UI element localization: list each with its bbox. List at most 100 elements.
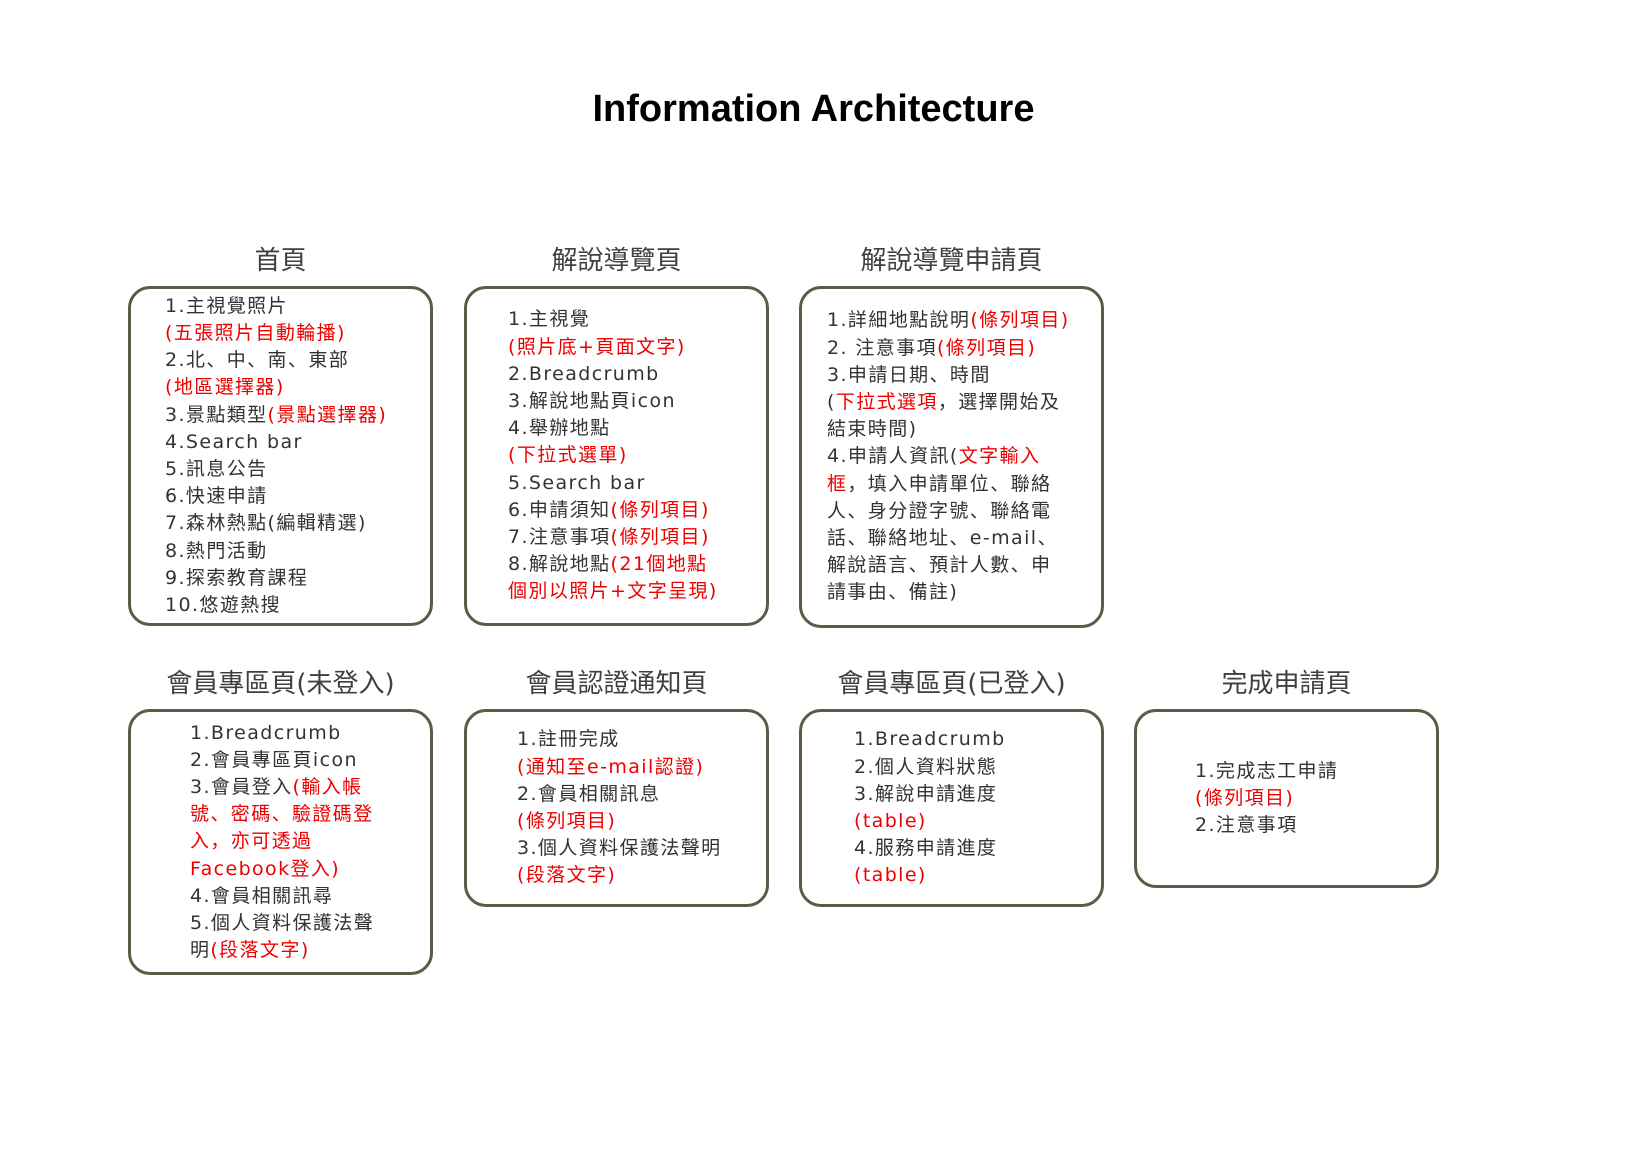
list-item: (下拉式選單) [508, 442, 718, 469]
list-item: 1.Breadcrumb [854, 726, 1006, 753]
item-text: 4.舉辦地點 [508, 417, 611, 440]
item-text: 2.會員專區頁icon [190, 748, 358, 771]
list-item: 5.Search bar [508, 470, 718, 497]
annotation-text: 入，亦可透過 [190, 830, 313, 853]
diagram-title: Information Architecture [592, 88, 1035, 130]
card-box: 1.Breadcrumb 2.個人資料狀態 3.解說申請進度 (table) 4.服務申… [799, 709, 1104, 907]
list-item: (table) [854, 862, 1006, 889]
item-text: 5.個人資料保護法聲 [190, 912, 375, 934]
annotation-text: (條列項目) [517, 810, 617, 832]
list-item: 10.悠遊熱搜 [165, 592, 387, 619]
card-box: 1.主視覺 (照片底+頁面文字) 2.Breadcrumb 3.解說地點頁icon 4.… [464, 286, 769, 626]
list-item: 2.北、中、南、東部 [165, 347, 387, 374]
item-text: 1.主視覺 [508, 308, 591, 331]
card-lines: 1.Breadcrumb 2.會員專區頁icon 3.會員登入(輸入帳 號、密碼、驗證… [190, 720, 374, 965]
annotation-text: (條列項目) [610, 526, 710, 548]
list-item: 2.注意事項 [1195, 812, 1338, 839]
annotation-text: (下拉式選單) [508, 444, 628, 467]
card-title: 首頁 [254, 246, 307, 276]
list-item: 5.訊息公告 [165, 456, 387, 483]
item-text: 1.Breadcrumb [854, 728, 1006, 751]
item-text: 2.北、中、南、東部 [165, 349, 350, 372]
list-item: 3.會員登入(輸入帳 [190, 774, 374, 801]
list-item: 8.解說地點(21個地點 [508, 551, 718, 578]
item-text: 話、聯絡地址、e-mail、 [827, 527, 1058, 549]
item-text: 人、身分證字號、聯絡電 [827, 499, 1052, 522]
item-text: 5.Search bar [508, 471, 646, 494]
item-text: 6.快速申請 [165, 485, 268, 508]
card-lines: 1.Breadcrumb 2.個人資料狀態 3.解說申請進度 (table) 4.服務申… [854, 726, 1006, 889]
list-item: 3.景點類型(景點選擇器) [165, 402, 387, 429]
list-item: (下拉式選項，選擇開始及 [827, 389, 1070, 416]
list-item: 1.Breadcrumb [190, 720, 374, 747]
item-text: 3.申請日期、時間 [827, 363, 991, 386]
list-item: 3.解說地點頁icon [508, 388, 718, 415]
list-item: 1.詳細地點說明(條列項目) [827, 307, 1070, 334]
list-item: 2.Breadcrumb [508, 361, 718, 388]
annotation-text: (五張照片自動輪播) [165, 321, 346, 344]
list-item: (照片底+頁面文字) [508, 334, 718, 361]
item-text: 4.申請人資訊( [827, 445, 959, 468]
item-text: 1.詳細地點說明 [827, 309, 971, 332]
item-text: 2. 注意事項 [827, 336, 937, 359]
card-title: 會員專區頁(已登入) [837, 669, 1066, 699]
list-item: (條列項目) [517, 808, 722, 835]
list-item: 7.森林熱點(編輯精選) [165, 510, 387, 537]
item-text: 10.悠遊熱搜 [165, 594, 282, 617]
annotation-text: (段落文字) [517, 864, 617, 887]
item-text: 8.熱門活動 [165, 539, 268, 562]
item-text: 1.Breadcrumb [190, 721, 342, 744]
annotation-text: 框 [827, 472, 848, 495]
item-text: 9.探索教育課程 [165, 566, 309, 589]
item-text: 3.個人資料保護法聲明 [517, 837, 722, 860]
item-text: 明 [190, 939, 211, 962]
item-text: 6.申請須知 [508, 498, 611, 521]
item-text: 4.服務申請進度 [854, 837, 998, 860]
annotation-text: 號、密碼、驗證碼登 [190, 803, 374, 826]
annotation-text: 文字輸入 [958, 445, 1041, 468]
annotation-text: Facebook登入) [190, 857, 341, 880]
list-item: 1.完成志工申請 [1195, 758, 1338, 785]
list-item: 1.註冊完成 [517, 726, 722, 753]
item-text: ，選擇開始及 [937, 390, 1061, 413]
annotation-text: 個別以照片+文字呈現) [508, 580, 718, 603]
list-item: 入，亦可透過 [190, 828, 374, 855]
card-title: 會員專區頁(未登入) [166, 669, 395, 699]
card-box: 1.註冊完成 (通知至e-mail認證) 2.會員相關訊息 (條列項目) 3.個人資料保… [464, 709, 769, 907]
annotation-text: (table) [854, 864, 927, 887]
item-text: 3.會員登入 [190, 775, 293, 798]
item-text: 5.訊息公告 [165, 458, 268, 480]
annotation-text: (條列項目) [610, 498, 710, 521]
list-item: 1.主視覺 [508, 306, 718, 333]
item-text: 2.Breadcrumb [508, 362, 660, 385]
list-item: 4.舉辦地點 [508, 415, 718, 442]
list-item: (段落文字) [517, 862, 722, 889]
list-item: 8.熱門活動 [165, 538, 387, 565]
list-item: 號、密碼、驗證碼登 [190, 801, 374, 828]
card-lines: 1.主視覺 (照片底+頁面文字) 2.Breadcrumb 3.解說地點頁icon 4.… [508, 306, 718, 605]
annotation-text: (條列項目) [936, 336, 1037, 359]
annotation-text: (地區選擇器) [165, 376, 285, 399]
card-box: 1.主視覺照片 (五張照片自動輪播) 2.北、中、南、東部 (地區選擇器) 3.景點類型… [128, 286, 433, 626]
list-item: 結束時間) [827, 416, 1070, 443]
item-text: 3.解說申請進度 [854, 782, 998, 805]
list-item: 9.探索教育課程 [165, 565, 387, 592]
list-item: 5.個人資料保護法聲 [190, 910, 374, 937]
list-item: 3.解說申請進度 [854, 781, 1006, 808]
card-title: 會員認證通知頁 [525, 669, 708, 699]
list-item: (通知至e-mail認證) [517, 754, 722, 781]
annotation-text: (段落文字) [210, 939, 310, 962]
item-text: 2.注意事項 [1195, 814, 1298, 837]
annotation-text: (21個地點 [610, 553, 708, 576]
item-text: ( [827, 390, 836, 413]
item-text: 2.會員相關訊息 [517, 782, 661, 805]
list-item: 個別以照片+文字呈現) [508, 578, 718, 605]
item-text: 2.個人資料狀態 [854, 755, 998, 778]
list-item: 7.注意事項(條列項目) [508, 524, 718, 551]
card-title: 完成申請頁 [1221, 669, 1352, 699]
item-text: 8.解說地點 [508, 553, 611, 576]
list-item: (五張照片自動輪播) [165, 320, 387, 347]
item-text: 7.注意事項 [508, 526, 611, 548]
card-lines: 1.詳細地點說明(條列項目) 2. 注意事項(條列項目) 3.申請日期、時間 (下拉式… [827, 307, 1070, 606]
card-lines: 1.註冊完成 (通知至e-mail認證) 2.會員相關訊息 (條列項目) 3.個人資料保… [517, 726, 722, 889]
